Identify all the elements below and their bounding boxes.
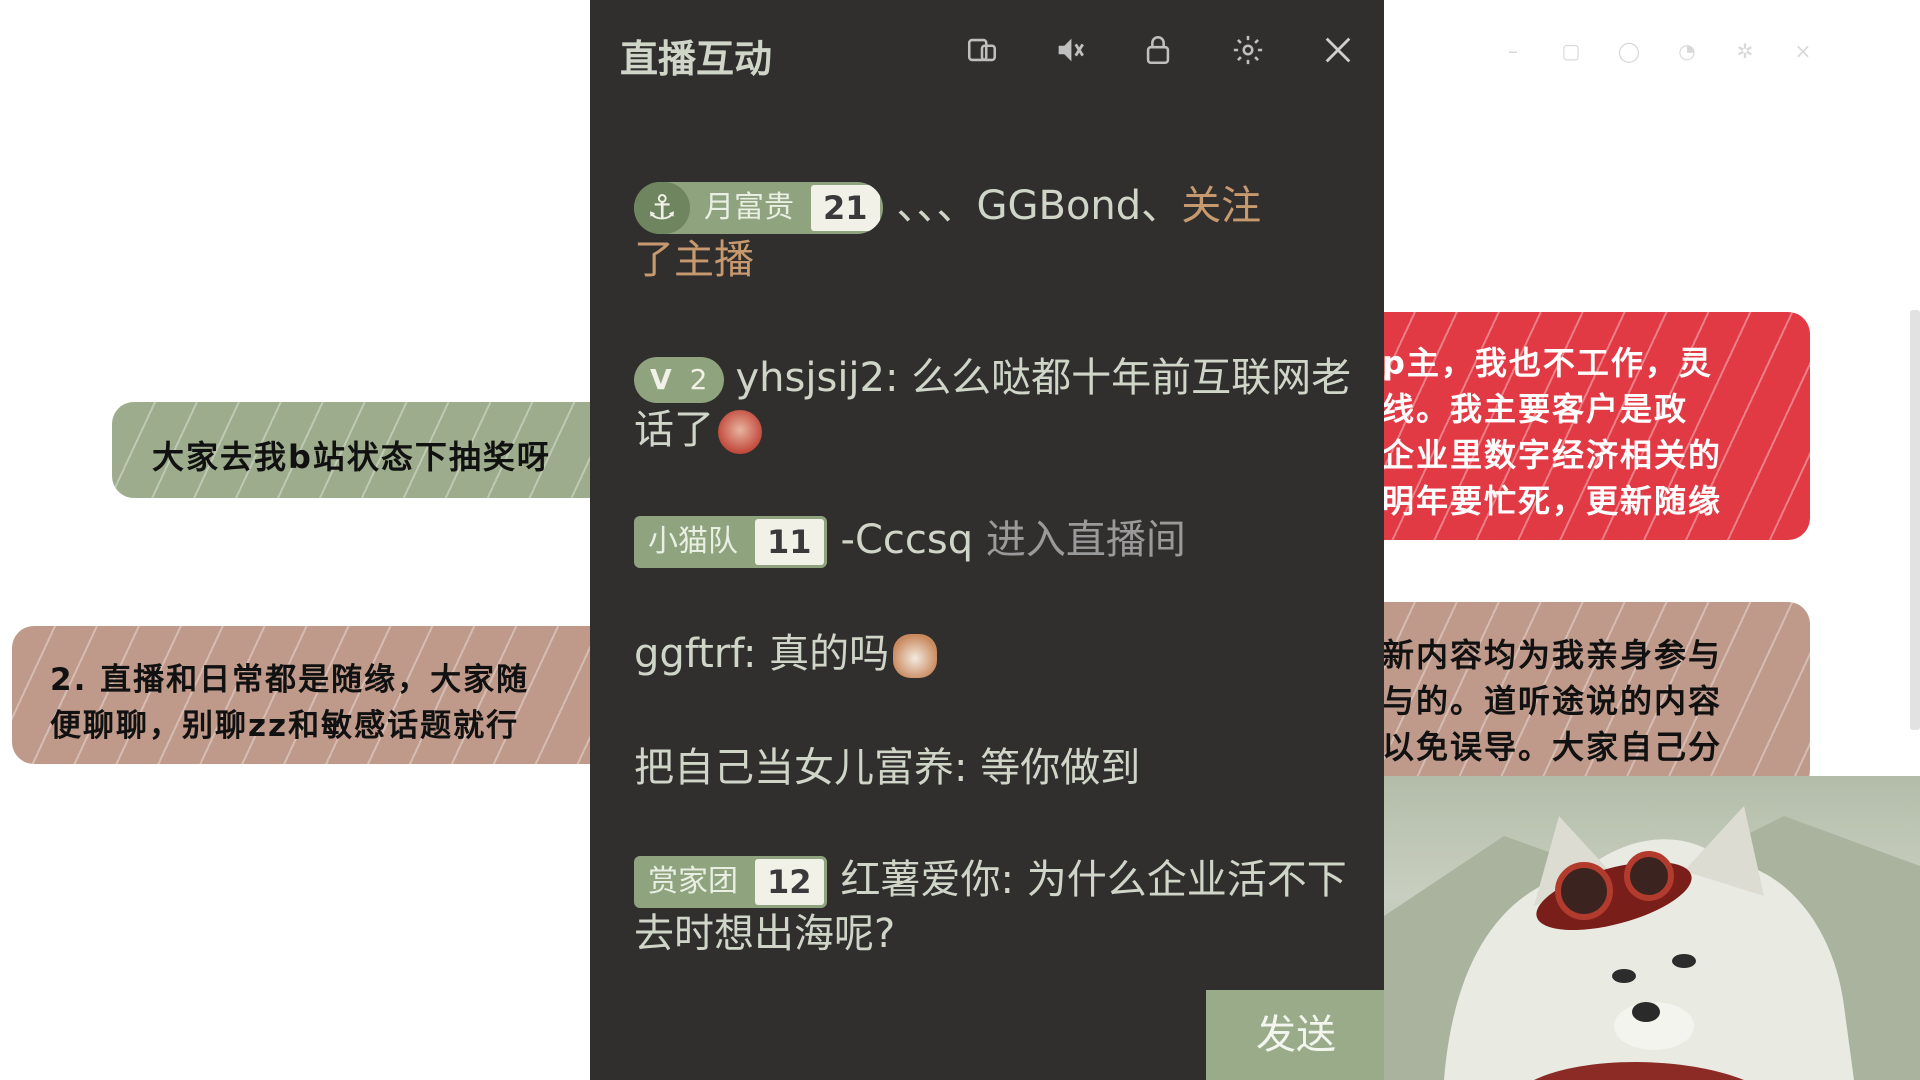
user-icon[interactable]: ◔ [1674,38,1700,64]
username[interactable]: 把自己当女儿富养: [634,745,967,791]
message-text: 等你做到 [980,745,1141,791]
anchor-icon: ⚓ [634,182,690,234]
note-text: 便聊聊，别聊zz和敏感话题就行 [50,708,520,744]
fan-badge[interactable]: 赏家团 12 [634,856,827,908]
chevron-down-icon: V [650,363,672,396]
badge-level: 11 [755,519,824,565]
note-card-disclaimer: 新内容均为我亲身参与 与的。道听途说的内容 以免误导。大家自己分 [1330,602,1810,792]
close-icon[interactable] [1318,30,1358,70]
note-text: p主，我也不工作，灵 [1382,344,1713,382]
note-text: 大家去我b站状态下抽奖呀 [152,438,551,476]
note-text: 与的。道听途说的内容 [1382,682,1723,720]
badge-name: 赏家团 [648,864,738,899]
badge-name: 小猫队 [648,524,738,559]
window-controls: – ▢ ◯ ◔ ✲ × [1500,38,1816,64]
note-text: 以免误导。大家自己分 [1382,728,1723,766]
gear-icon[interactable]: ✲ [1732,38,1758,64]
chat-message: 赏家团 12 红薯爱你: 为什么企业活不下去时想出海呢? [634,854,1354,960]
scrollbar[interactable] [1910,310,1920,730]
live-interaction-panel: 直播互动 ⚓ 月富贵 21 、、、GGBond、关注了主播 V 2 yhsjsij2… [590,0,1384,1080]
username[interactable]: 、、、GGBond、 [897,183,1182,229]
system-text: 关注 [1181,183,1262,229]
lock-icon[interactable] [1138,30,1178,70]
panel-title: 直播互动 [620,37,773,81]
username[interactable]: ggftrf: [634,631,756,677]
badge-level: 12 [755,859,824,905]
doge-emoji-icon [893,634,938,678]
note-card-rules: 2. 直播和日常都是随缘，大家随 便聊聊，别聊zz和敏感话题就行 [12,626,632,764]
streamer-webcam [1384,776,1920,1080]
vip-level: 2 [689,363,708,396]
grin-emoji-icon [718,410,762,454]
message-text: 真的吗 [769,631,890,677]
fan-badge[interactable]: ⚓ 月富贵 21 [634,182,883,234]
note-text: 明年要忙死，更新随缘 [1382,482,1723,520]
badge-name: 月富贵 [704,190,794,225]
chat-message: ⚓ 月富贵 21 、、、GGBond、关注了主播 [634,180,1354,286]
username[interactable]: -Cccsq [841,517,974,563]
username[interactable]: yhsjsij2: [736,355,899,401]
badge-level: 21 [811,185,880,231]
mic-icon[interactable] [1050,30,1090,70]
note-text: 线。我主要客户是政 [1382,390,1689,428]
note-text: 企业里数字经济相关的 [1382,436,1723,474]
note-card-intro: p主，我也不工作，灵 线。我主要客户是政 企业里数字经济相关的 明年要忙死，更新… [1330,312,1810,540]
note-text: 新内容均为我亲身参与 [1382,636,1723,674]
chat-message: 把自己当女儿富养: 等你做到 [634,742,1354,794]
vip-badge: V2 [634,357,724,403]
window-icon[interactable]: ▢ [1558,38,1584,64]
system-text: 进入直播间 [985,517,1186,563]
user-icon[interactable]: ◯ [1616,38,1642,64]
chat-message: V 2 yhsjsij2: 么么哒都十年前互联网老话了 [634,352,1354,456]
close-icon[interactable]: × [1790,38,1816,64]
send-button[interactable]: 发送 [1206,990,1386,1080]
chat-message: 小猫队 11 -Cccsq 进入直播间 [634,514,1354,568]
username[interactable]: 红薯爱你: [841,857,1014,903]
gear-icon[interactable] [1228,30,1268,70]
system-text: 了主播 [634,237,754,283]
note-card-lottery: 大家去我b站状态下抽奖呀 [112,402,632,498]
fan-badge[interactable]: 小猫队 11 [634,516,827,568]
chat-message: ggftrf: 真的吗 [634,628,1354,680]
pip-icon[interactable] [962,30,1002,70]
minimize-icon[interactable]: – [1500,38,1526,64]
note-text: 2. 直播和日常都是随缘，大家随 [50,662,530,698]
shiba-dog-image [1384,806,1920,1080]
